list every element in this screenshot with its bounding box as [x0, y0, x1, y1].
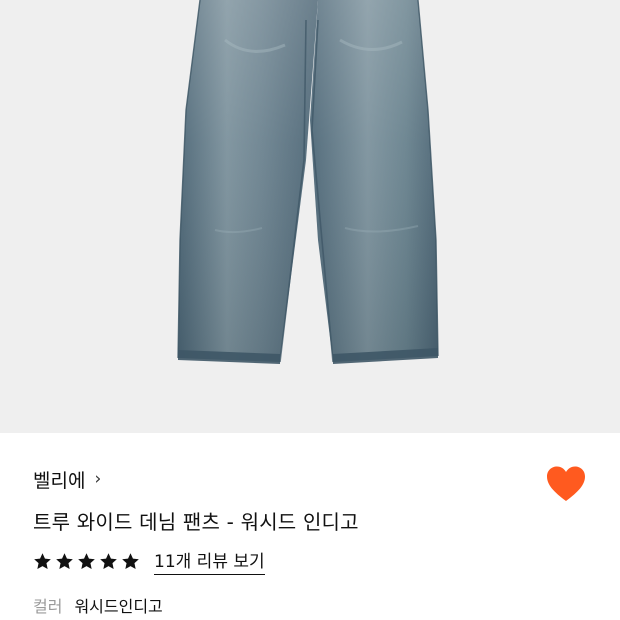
reviews-link[interactable]: 11개 리뷰 보기: [154, 547, 265, 575]
jeans-illustration: [177, 0, 439, 364]
wishlist-button[interactable]: [544, 464, 588, 504]
brand-name: 벨리에: [33, 470, 86, 492]
star-icon: [34, 552, 51, 569]
rating-row: 11개 리뷰 보기: [33, 547, 265, 575]
heart-icon: [547, 466, 585, 501]
color-label: 컬러: [33, 597, 63, 616]
star-icon: [78, 552, 95, 569]
brand-link[interactable]: 벨리에 ›: [33, 466, 101, 493]
product-info: 벨리에 › 트루 와이드 데님 팬츠 - 워시드 인디고 11개 리뷰 보기 컬…: [0, 433, 620, 620]
chevron-right-icon: ›: [94, 468, 102, 489]
star-icon: [56, 552, 73, 569]
color-value: 워시드인디고: [74, 597, 163, 616]
color-row: 컬러 워시드인디고: [33, 593, 163, 617]
product-image[interactable]: [0, 0, 620, 433]
star-icon: [122, 552, 139, 569]
product-title: 트루 와이드 데님 팬츠 - 워시드 인디고: [33, 510, 359, 534]
star-icon: [100, 552, 117, 569]
rating-stars: [33, 552, 143, 571]
